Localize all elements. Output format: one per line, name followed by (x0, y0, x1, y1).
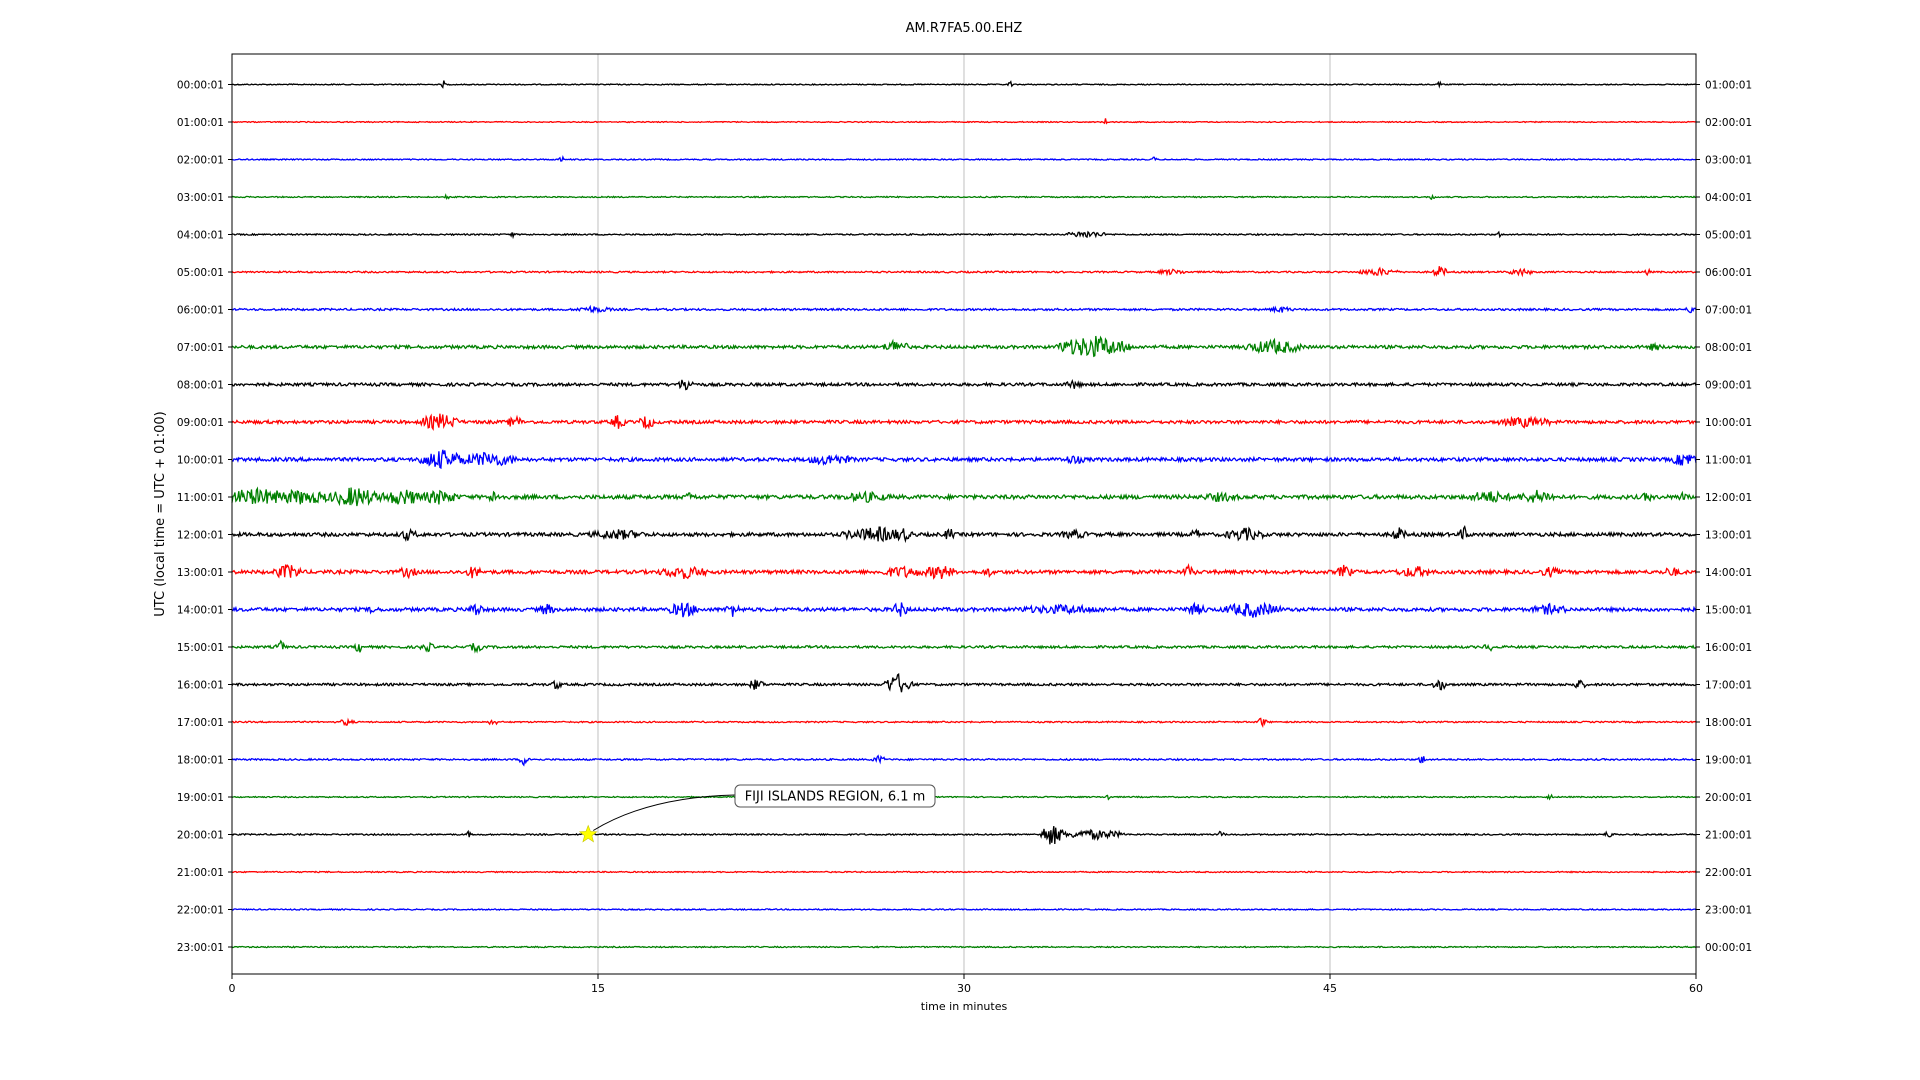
row-label-right: 08:00:01 (1705, 342, 1752, 354)
row-label-left: 06:00:01 (177, 305, 224, 317)
row-label-left: 12:00:01 (177, 530, 224, 542)
row-label-left: 16:00:01 (177, 680, 224, 692)
row-label-right: 17:00:01 (1705, 680, 1752, 692)
row-label-left: 15:00:01 (177, 642, 224, 654)
row-label-left: 13:00:01 (177, 567, 224, 579)
row-label-right: 16:00:01 (1705, 642, 1752, 654)
row-label-right: 19:00:01 (1705, 755, 1752, 767)
row-label-right: 10:00:01 (1705, 417, 1752, 429)
row-label-left: 05:00:01 (177, 267, 224, 279)
row-label-right: 11:00:01 (1705, 455, 1752, 467)
row-label-right: 05:00:01 (1705, 230, 1752, 242)
row-label-left: 19:00:01 (177, 792, 224, 804)
row-label-left: 10:00:01 (177, 455, 224, 467)
row-label-right: 04:00:01 (1705, 192, 1752, 204)
row-label-right: 20:00:01 (1705, 792, 1752, 804)
row-label-right: 00:00:01 (1705, 942, 1752, 954)
row-label-left: 02:00:01 (177, 155, 224, 167)
annotation-connector (592, 794, 736, 831)
row-label-left: 03:00:01 (177, 192, 224, 204)
row-label-right: 01:00:01 (1705, 80, 1752, 92)
x-tick-label: 60 (1689, 982, 1703, 995)
row-label-left: 22:00:01 (177, 905, 224, 917)
seismic-trace (231, 945, 1697, 949)
y-axis-label: UTC (local time = UTC + 01:00) (153, 411, 168, 616)
row-label-right: 03:00:01 (1705, 155, 1752, 167)
row-label-left: 18:00:01 (177, 755, 224, 767)
row-label-left: 21:00:01 (177, 867, 224, 879)
x-tick-label: 15 (591, 982, 605, 995)
row-label-left: 08:00:01 (177, 380, 224, 392)
row-label-right: 06:00:01 (1705, 267, 1752, 279)
row-label-right: 21:00:01 (1705, 830, 1752, 842)
row-label-right: 14:00:01 (1705, 567, 1752, 579)
grid-lines (597, 54, 1331, 974)
row-label-left: 09:00:01 (177, 417, 224, 429)
row-label-right: 22:00:01 (1705, 867, 1752, 879)
row-label-left: 23:00:01 (177, 942, 224, 954)
row-label-left: 07:00:01 (177, 342, 224, 354)
row-label-right: 09:00:01 (1705, 380, 1752, 392)
event-star-marker (578, 824, 598, 843)
annotation-label: FIJI ISLANDS REGION, 6.1 m (745, 790, 926, 805)
row-label-left: 20:00:01 (177, 830, 224, 842)
row-label-right: 13:00:01 (1705, 530, 1752, 542)
row-label-right: 12:00:01 (1705, 492, 1752, 504)
row-label-left: 04:00:01 (177, 230, 224, 242)
x-tick-label: 0 (229, 982, 236, 995)
row-label-right: 23:00:01 (1705, 905, 1752, 917)
x-axis-ticks: 0 15 30 45 60 (229, 974, 1703, 995)
row-label-right: 02:00:01 (1705, 117, 1752, 129)
chart-title: AM.R7FA5.00.EHZ (906, 21, 1023, 36)
x-axis-label: time in minutes (921, 1000, 1008, 1013)
row-label-right: 15:00:01 (1705, 605, 1752, 617)
row-label-left: 11:00:01 (177, 492, 224, 504)
row-label-left: 17:00:01 (177, 717, 224, 729)
row-label-left: 00:00:01 (177, 80, 224, 92)
row-label-left: 01:00:01 (177, 117, 224, 129)
x-tick-label: 30 (957, 982, 971, 995)
row-label-right: 07:00:01 (1705, 305, 1752, 317)
x-tick-label: 45 (1323, 982, 1337, 995)
row-label-left: 14:00:01 (177, 605, 224, 617)
row-labels: 00:00:01 01:00:01 01:00:01 02:00:01 02:00:01… (177, 80, 1752, 955)
row-label-right: 18:00:01 (1705, 717, 1752, 729)
seismogram-plot: AM.R7FA5.00.EHZ UTC (local time = UTC + … (153, 21, 1752, 1013)
